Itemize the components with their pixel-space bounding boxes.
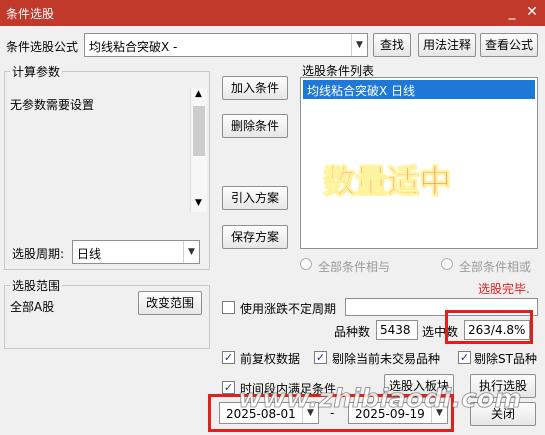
close-button[interactable]: 关闭	[470, 402, 536, 426]
status-text: 选股完毕.	[478, 282, 530, 296]
or-radio[interactable]	[441, 258, 453, 270]
usage-button[interactable]: 用法注释	[418, 33, 476, 57]
count-value: 5438	[376, 320, 418, 340]
scroll-thumb[interactable]	[193, 106, 205, 156]
period-satisfy-checkbox[interactable]: ✓	[222, 381, 235, 394]
uncertain-period-checkbox[interactable]	[222, 301, 235, 314]
overlay-text: 数量适中	[322, 162, 452, 201]
exclude-st-label: 剔除ST品种	[474, 352, 537, 366]
condition-item[interactable]: 均线粘合突破X 日线	[303, 80, 535, 99]
formula-label: 条件选股公式	[6, 40, 79, 54]
uncertain-period-label: 使用涨跌不定周期	[240, 302, 337, 316]
params-text: 无参数需要设置	[10, 98, 95, 112]
save-scheme-button[interactable]: 保存方案	[222, 225, 288, 249]
period-select[interactable]: 日线 ▼	[72, 240, 200, 264]
view-formula-button[interactable]: 查看公式	[480, 33, 538, 57]
and-label: 全部条件相与	[318, 260, 391, 274]
add-condition-button[interactable]: 加入条件	[222, 76, 288, 100]
exclude-no-trade-checkbox[interactable]: ✓	[314, 351, 327, 364]
pre-adjust-checkbox[interactable]: ✓	[222, 351, 235, 364]
execute-button[interactable]: 执行选股	[470, 374, 536, 398]
or-label: 全部条件相或	[459, 260, 532, 274]
window-title: 条件选股	[6, 7, 55, 21]
params-scrollbar[interactable]: ▲ ▼	[190, 88, 207, 212]
find-button[interactable]: 查找	[373, 33, 411, 57]
chevron-down-icon[interactable]: ▼	[351, 34, 367, 56]
exclude-st-checkbox[interactable]: ✓	[458, 351, 471, 364]
close-icon[interactable]: ✕	[523, 3, 541, 21]
formula-select[interactable]: 均线粘合突破X - ▼	[84, 33, 368, 57]
exclude-no-trade-label: 剔除当前未交易品种	[332, 352, 441, 366]
pre-adjust-label: 前复权数据	[240, 352, 301, 366]
count-label: 品种数	[334, 325, 371, 339]
title-bar: 条件选股 _ ✕	[0, 0, 545, 26]
params-legend: 计算参数	[10, 63, 63, 80]
highlight-box-stats	[445, 310, 533, 344]
period-value: 日线	[77, 247, 102, 261]
conditions-list[interactable]: 均线粘合突破X 日线 数量适中	[300, 77, 538, 249]
delete-condition-button[interactable]: 删除条件	[222, 114, 288, 138]
change-range-button[interactable]: 改变范围	[138, 291, 202, 315]
import-scheme-button[interactable]: 引入方案	[222, 186, 288, 210]
and-radio[interactable]	[300, 258, 312, 270]
range-legend: 选股范围	[10, 277, 63, 294]
minimize-icon[interactable]: _	[503, 3, 521, 21]
chevron-down-icon[interactable]: ▼	[183, 241, 199, 263]
formula-value: 均线粘合突破X -	[89, 40, 178, 54]
scroll-down-icon[interactable]: ▼	[195, 198, 202, 208]
highlight-box-dates	[208, 394, 454, 432]
range-value: 全部A股	[10, 300, 55, 314]
period-label: 选股周期:	[12, 247, 65, 261]
scroll-up-icon[interactable]: ▲	[195, 89, 202, 99]
